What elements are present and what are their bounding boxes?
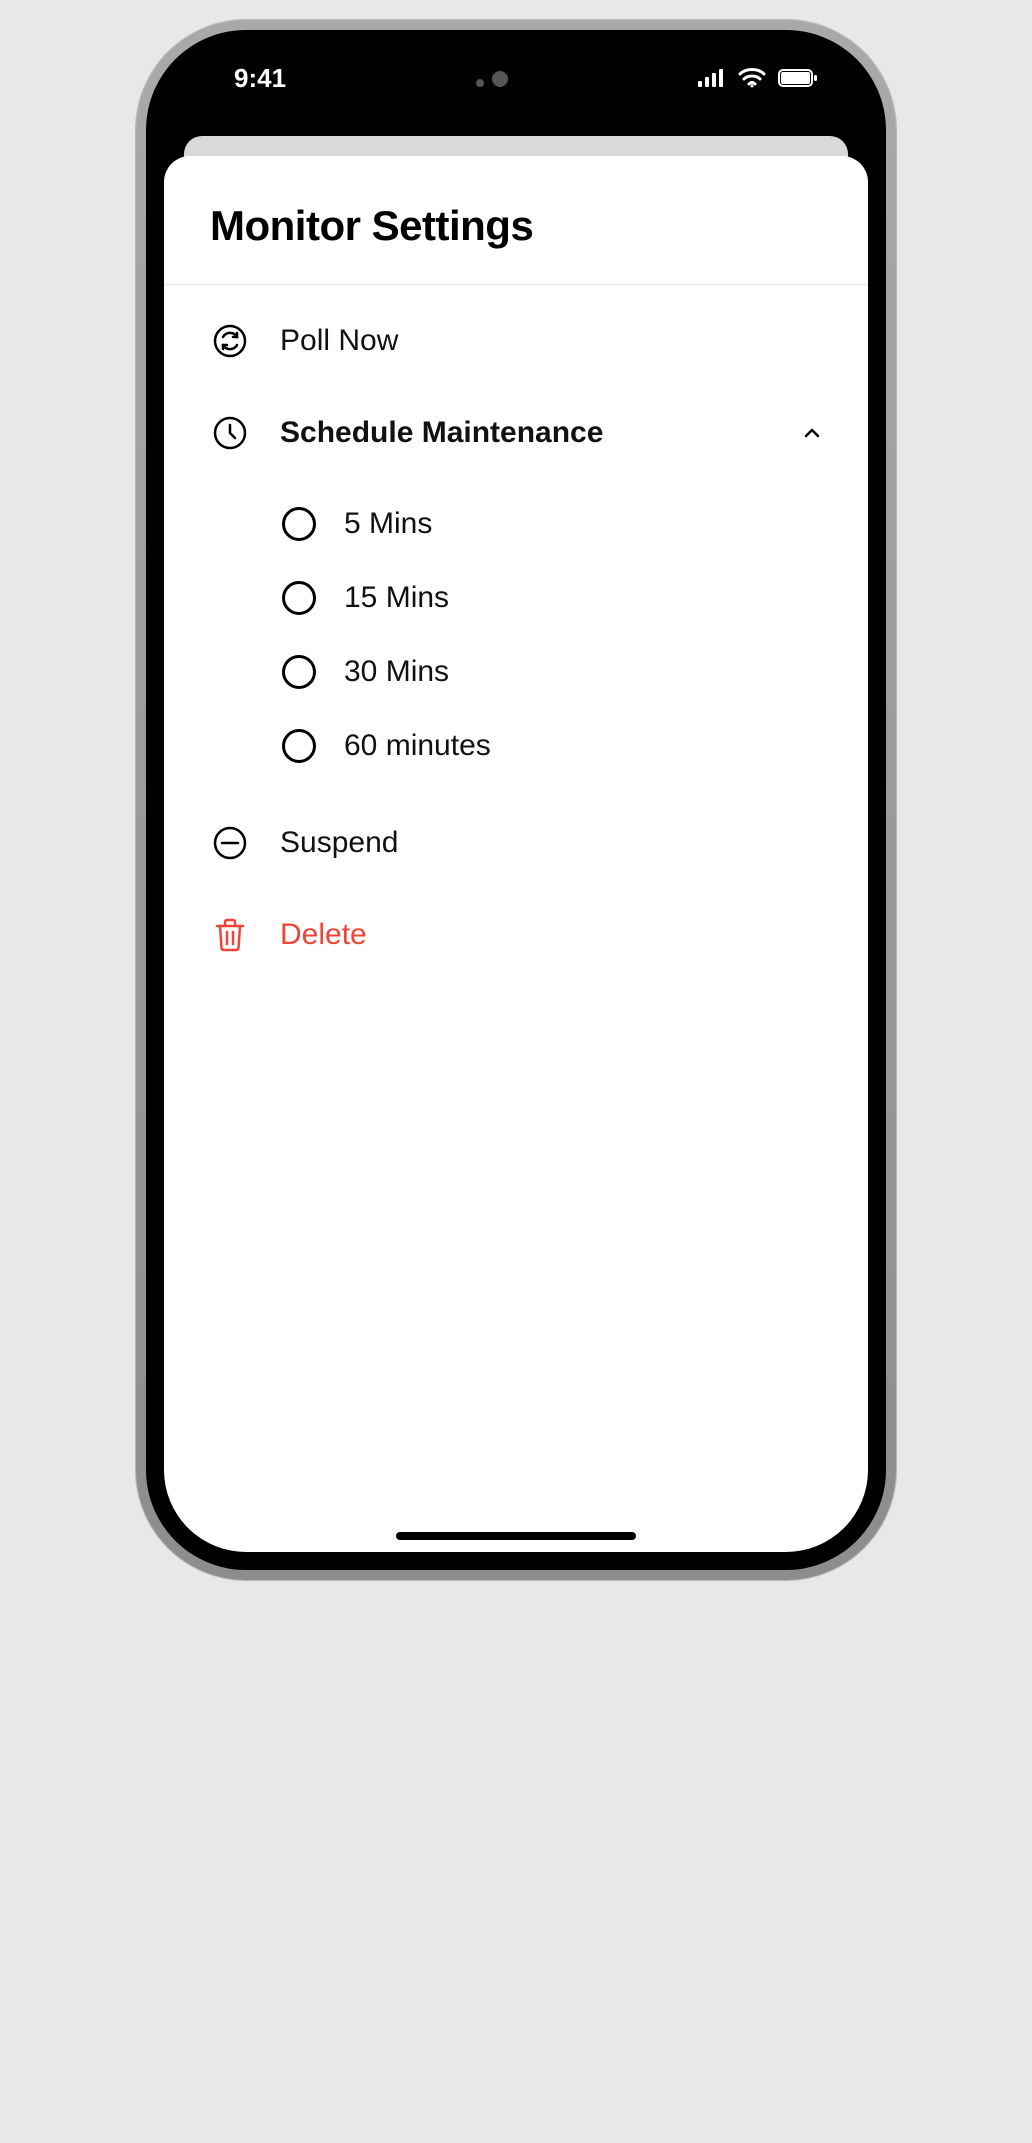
clock-icon xyxy=(210,413,250,453)
wifi-icon xyxy=(738,68,766,88)
schedule-option-60min[interactable]: 60 minutes xyxy=(282,709,868,783)
schedule-maintenance-label: Schedule Maintenance xyxy=(280,416,603,450)
schedule-option-label: 30 Mins xyxy=(344,655,449,689)
radio-unchecked-icon xyxy=(282,507,316,541)
schedule-options: 5 Mins 15 Mins 30 Mins 60 minutes xyxy=(164,479,868,797)
suspend-label: Suspend xyxy=(280,826,398,860)
chevron-up-icon xyxy=(802,423,822,443)
home-indicator[interactable] xyxy=(396,1532,636,1540)
suspend-icon xyxy=(210,823,250,863)
radio-unchecked-icon xyxy=(282,655,316,689)
schedule-option-5min[interactable]: 5 Mins xyxy=(282,487,868,561)
page-title: Monitor Settings xyxy=(210,202,822,250)
status-bar: 9:41 xyxy=(164,48,868,108)
cellular-icon xyxy=(698,69,726,87)
settings-sheet: Monitor Settings xyxy=(164,156,868,1552)
battery-icon xyxy=(778,69,818,87)
status-time: 9:41 xyxy=(234,63,286,94)
screen: 9:41 M xyxy=(164,48,868,1552)
sheet-header: Monitor Settings xyxy=(164,156,868,284)
poll-now-label: Poll Now xyxy=(280,324,398,358)
schedule-option-label: 60 minutes xyxy=(344,729,491,763)
status-camera-dots xyxy=(476,63,508,94)
schedule-option-label: 15 Mins xyxy=(344,581,449,615)
trash-icon xyxy=(210,915,250,955)
suspend-row[interactable]: Suspend xyxy=(164,797,868,889)
poll-now-row[interactable]: Poll Now xyxy=(164,295,868,387)
phone-bezel: 9:41 M xyxy=(146,30,886,1570)
refresh-icon xyxy=(210,321,250,361)
phone-frame: 9:41 M xyxy=(136,20,896,1580)
schedule-option-30min[interactable]: 30 Mins xyxy=(282,635,868,709)
radio-unchecked-icon xyxy=(282,581,316,615)
delete-label: Delete xyxy=(280,918,367,952)
radio-unchecked-icon xyxy=(282,729,316,763)
schedule-maintenance-row[interactable]: Schedule Maintenance xyxy=(164,387,868,479)
settings-list: Poll Now Schedule Maintenance xyxy=(164,285,868,991)
schedule-option-15min[interactable]: 15 Mins xyxy=(282,561,868,635)
schedule-option-label: 5 Mins xyxy=(344,507,432,541)
delete-row[interactable]: Delete xyxy=(164,889,868,981)
